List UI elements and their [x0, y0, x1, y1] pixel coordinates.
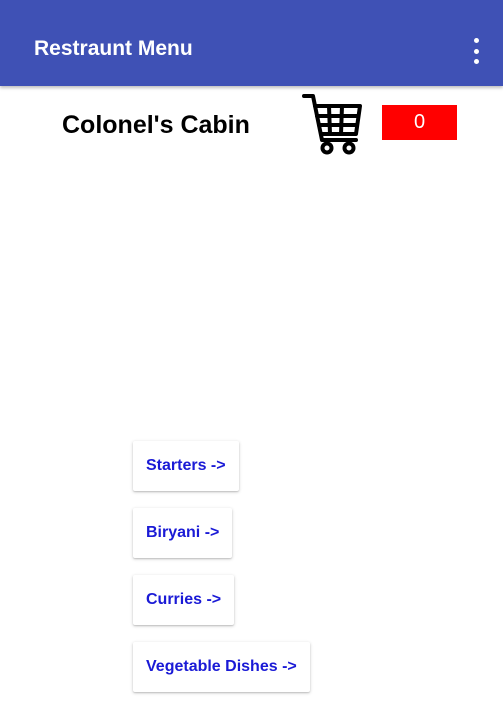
app-bar: Restraunt Menu [0, 0, 503, 86]
app-bar-title: Restraunt Menu [34, 37, 193, 60]
restaurant-name: Colonel's Cabin [62, 111, 250, 139]
curries-button[interactable]: Curries -> [133, 575, 235, 625]
shopping-cart-icon[interactable] [302, 90, 366, 156]
menu-category-list: Starters -> Biryani -> Curries -> Vegeta… [133, 441, 310, 709]
menu-dot [473, 38, 479, 43]
menu-dot [473, 48, 479, 54]
menu-dot [473, 59, 479, 64]
more-vert-icon[interactable] [466, 38, 486, 64]
cart-count-badge: 0 [382, 105, 457, 140]
starters-button[interactable]: Starters -> [133, 441, 239, 491]
biryani-button[interactable]: Biryani -> [133, 508, 233, 558]
vegetable-dishes-button[interactable]: Vegetable Dishes -> [133, 642, 310, 692]
